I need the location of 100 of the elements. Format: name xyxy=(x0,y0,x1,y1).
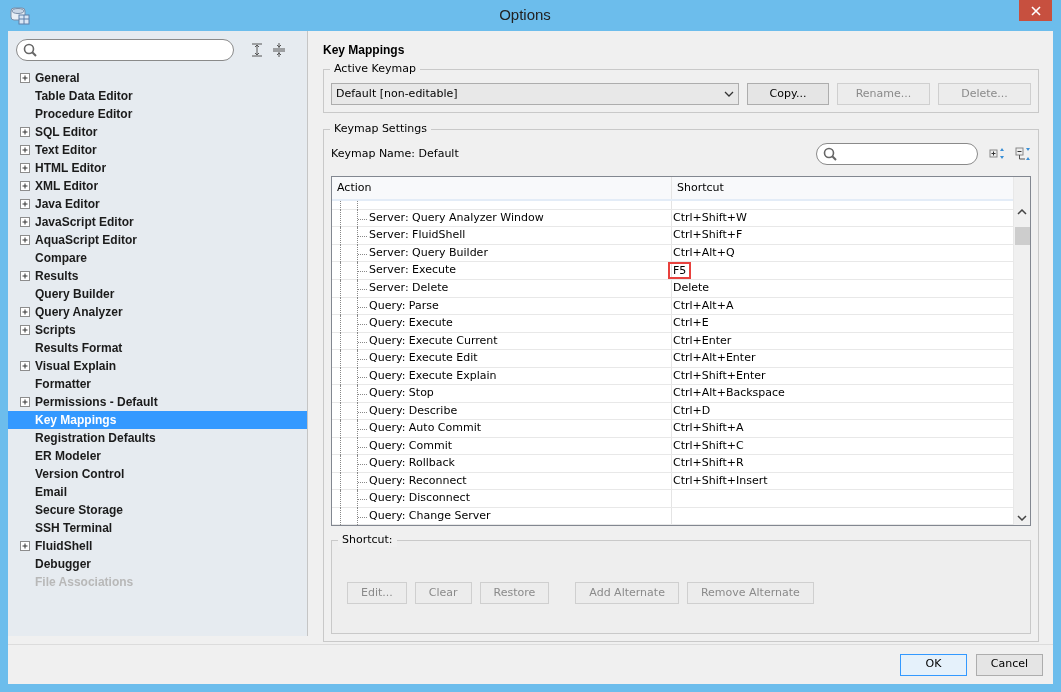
sidebar-item[interactable]: Registration Defaults xyxy=(8,429,307,447)
expand-icon[interactable] xyxy=(20,145,30,155)
sidebar-item[interactable]: Email xyxy=(8,483,307,501)
sidebar-item[interactable]: Query Builder xyxy=(8,285,307,303)
sidebar-item[interactable]: Secure Storage xyxy=(8,501,307,519)
table-cell-text: Ctrl+Shift+R xyxy=(673,455,744,471)
scrollbar[interactable] xyxy=(1013,177,1030,525)
sidebar-item[interactable]: Visual Explain xyxy=(8,357,307,375)
table-cell: Ctrl+Shift+W xyxy=(673,209,747,226)
table-cell-text: Ctrl+Alt+Backspace xyxy=(673,385,785,401)
expand-icon[interactable] xyxy=(20,127,30,137)
table-cell: Query: Stop xyxy=(332,385,672,402)
close-button[interactable] xyxy=(1019,0,1052,21)
column-header[interactable]: Action xyxy=(332,177,672,200)
expand-icon[interactable] xyxy=(20,217,30,227)
table-cell: Server: Delete xyxy=(332,280,672,297)
expand-icon[interactable] xyxy=(20,73,30,83)
table-cell: Query: Change Server xyxy=(332,507,672,524)
table-cell: Query: Auto Commit xyxy=(332,420,672,437)
table-cell: Query: Reconnect xyxy=(332,472,672,489)
collapse-tree-icon[interactable] xyxy=(1015,147,1031,161)
sidebar-item[interactable]: Permissions - Default xyxy=(8,393,307,411)
sidebar-item[interactable]: Formatter xyxy=(8,375,307,393)
table-cell-text: Ctrl+E xyxy=(673,315,709,331)
table-cell: Query: Execute Edit xyxy=(332,350,672,367)
group-label: Active Keymap xyxy=(330,62,420,76)
scroll-down-icon[interactable] xyxy=(1017,515,1027,521)
table-cell: Server: Execute xyxy=(332,262,672,279)
scroll-up-icon[interactable] xyxy=(1017,209,1027,215)
dialog-button[interactable]: OK xyxy=(900,653,967,676)
sidebar-item[interactable]: Debugger xyxy=(8,555,307,573)
keymap-name-label: Keymap Name: Default xyxy=(331,145,459,162)
table-cell-text: Delete xyxy=(673,280,710,296)
table-cell: Query: Disconnect xyxy=(332,490,672,507)
sidebar-item[interactable]: XML Editor xyxy=(8,177,307,195)
expand-icon[interactable] xyxy=(20,307,30,317)
expand-icon[interactable] xyxy=(20,541,30,551)
keymap-dropdown[interactable]: Default [non-editable] xyxy=(331,83,739,105)
scrollbar-thumb[interactable] xyxy=(1014,227,1030,245)
sidebar-item[interactable]: JavaScript Editor xyxy=(8,213,307,231)
table-cell: Query: Describe xyxy=(332,402,672,419)
table-cell: Query: Rollback xyxy=(332,455,672,472)
table-cell-text: Ctrl+Shift+A xyxy=(673,420,744,436)
sidebar-item[interactable]: Results Format xyxy=(8,339,307,357)
collapse-all-icon[interactable] xyxy=(272,43,286,57)
search-field[interactable] xyxy=(816,143,978,165)
table-cell: Ctrl+D xyxy=(673,402,711,419)
sidebar-item[interactable]: SSH Terminal xyxy=(8,519,307,537)
sidebar-item[interactable]: Text Editor xyxy=(8,141,307,159)
expand-icon[interactable] xyxy=(20,163,30,173)
search-field[interactable] xyxy=(16,39,234,61)
expand-icon[interactable] xyxy=(20,361,30,371)
app-logo-icon xyxy=(9,5,31,26)
sidebar-item[interactable]: Java Editor xyxy=(8,195,307,213)
table-cell: Query: Execute Explain xyxy=(332,367,672,384)
sidebar-item[interactable]: Procedure Editor xyxy=(8,105,307,123)
table-cell: Query: Parse xyxy=(332,297,672,314)
sidebar-item[interactable]: Query Analyzer xyxy=(8,303,307,321)
table-cell: Server: Query Builder xyxy=(332,244,672,261)
table-cell: Ctrl+Alt+A xyxy=(673,297,734,314)
expand-icon[interactable] xyxy=(20,325,30,335)
sidebar-item[interactable]: FluidShell xyxy=(8,537,307,555)
sidebar-item[interactable]: SQL Editor xyxy=(8,123,307,141)
table-cell: Query: Execute xyxy=(332,315,672,332)
table-cell: Ctrl+Enter xyxy=(673,332,732,349)
search-icon xyxy=(823,147,837,161)
table-cell: Ctrl+Shift+Enter xyxy=(673,367,766,384)
expand-icon[interactable] xyxy=(20,235,30,245)
expand-icon[interactable] xyxy=(20,397,30,407)
page-title: Key Mappings xyxy=(323,42,406,59)
table-cell: Query: Execute Current xyxy=(332,332,672,349)
sidebar-item[interactable]: AquaScript Editor xyxy=(8,231,307,249)
column-header[interactable]: Shortcut xyxy=(672,177,1013,200)
table-cell: Server: FluidShell xyxy=(332,227,672,244)
sidebar-item[interactable]: Results xyxy=(8,267,307,285)
group-label: Keymap Settings xyxy=(330,122,431,136)
dialog-button[interactable]: Cancel xyxy=(976,653,1043,676)
table-cell: Server: Query Analyzer Window xyxy=(332,209,672,226)
table-cell-text: Ctrl+Alt+Enter xyxy=(673,350,756,366)
expand-icon[interactable] xyxy=(20,181,30,191)
sidebar-item[interactable]: HTML Editor xyxy=(8,159,307,177)
table-cell: Ctrl+Shift+Insert xyxy=(673,472,768,489)
search-icon xyxy=(23,43,37,57)
sidebar-item[interactable]: ER Modeler xyxy=(8,447,307,465)
dialog-button[interactable]: Copy... xyxy=(747,83,829,105)
window-title: Options xyxy=(498,5,552,26)
sidebar-item[interactable]: Table Data Editor xyxy=(8,87,307,105)
expand-all-icon[interactable] xyxy=(250,43,264,57)
sidebar-item[interactable]: General xyxy=(8,69,307,87)
table-cell: Ctrl+Shift+C xyxy=(673,437,744,454)
expand-tree-icon[interactable] xyxy=(989,147,1005,161)
table-cell: Ctrl+Alt+Q xyxy=(673,244,735,261)
sidebar-item[interactable]: Compare xyxy=(8,249,307,267)
table-cell-text: Ctrl+Shift+F xyxy=(673,227,743,243)
sidebar-item[interactable]: Version Control xyxy=(8,465,307,483)
table-cell: Query: Commit xyxy=(332,437,672,454)
expand-icon[interactable] xyxy=(20,271,30,281)
expand-icon[interactable] xyxy=(20,199,30,209)
sidebar-item[interactable]: Scripts xyxy=(8,321,307,339)
close-icon xyxy=(1030,5,1041,16)
